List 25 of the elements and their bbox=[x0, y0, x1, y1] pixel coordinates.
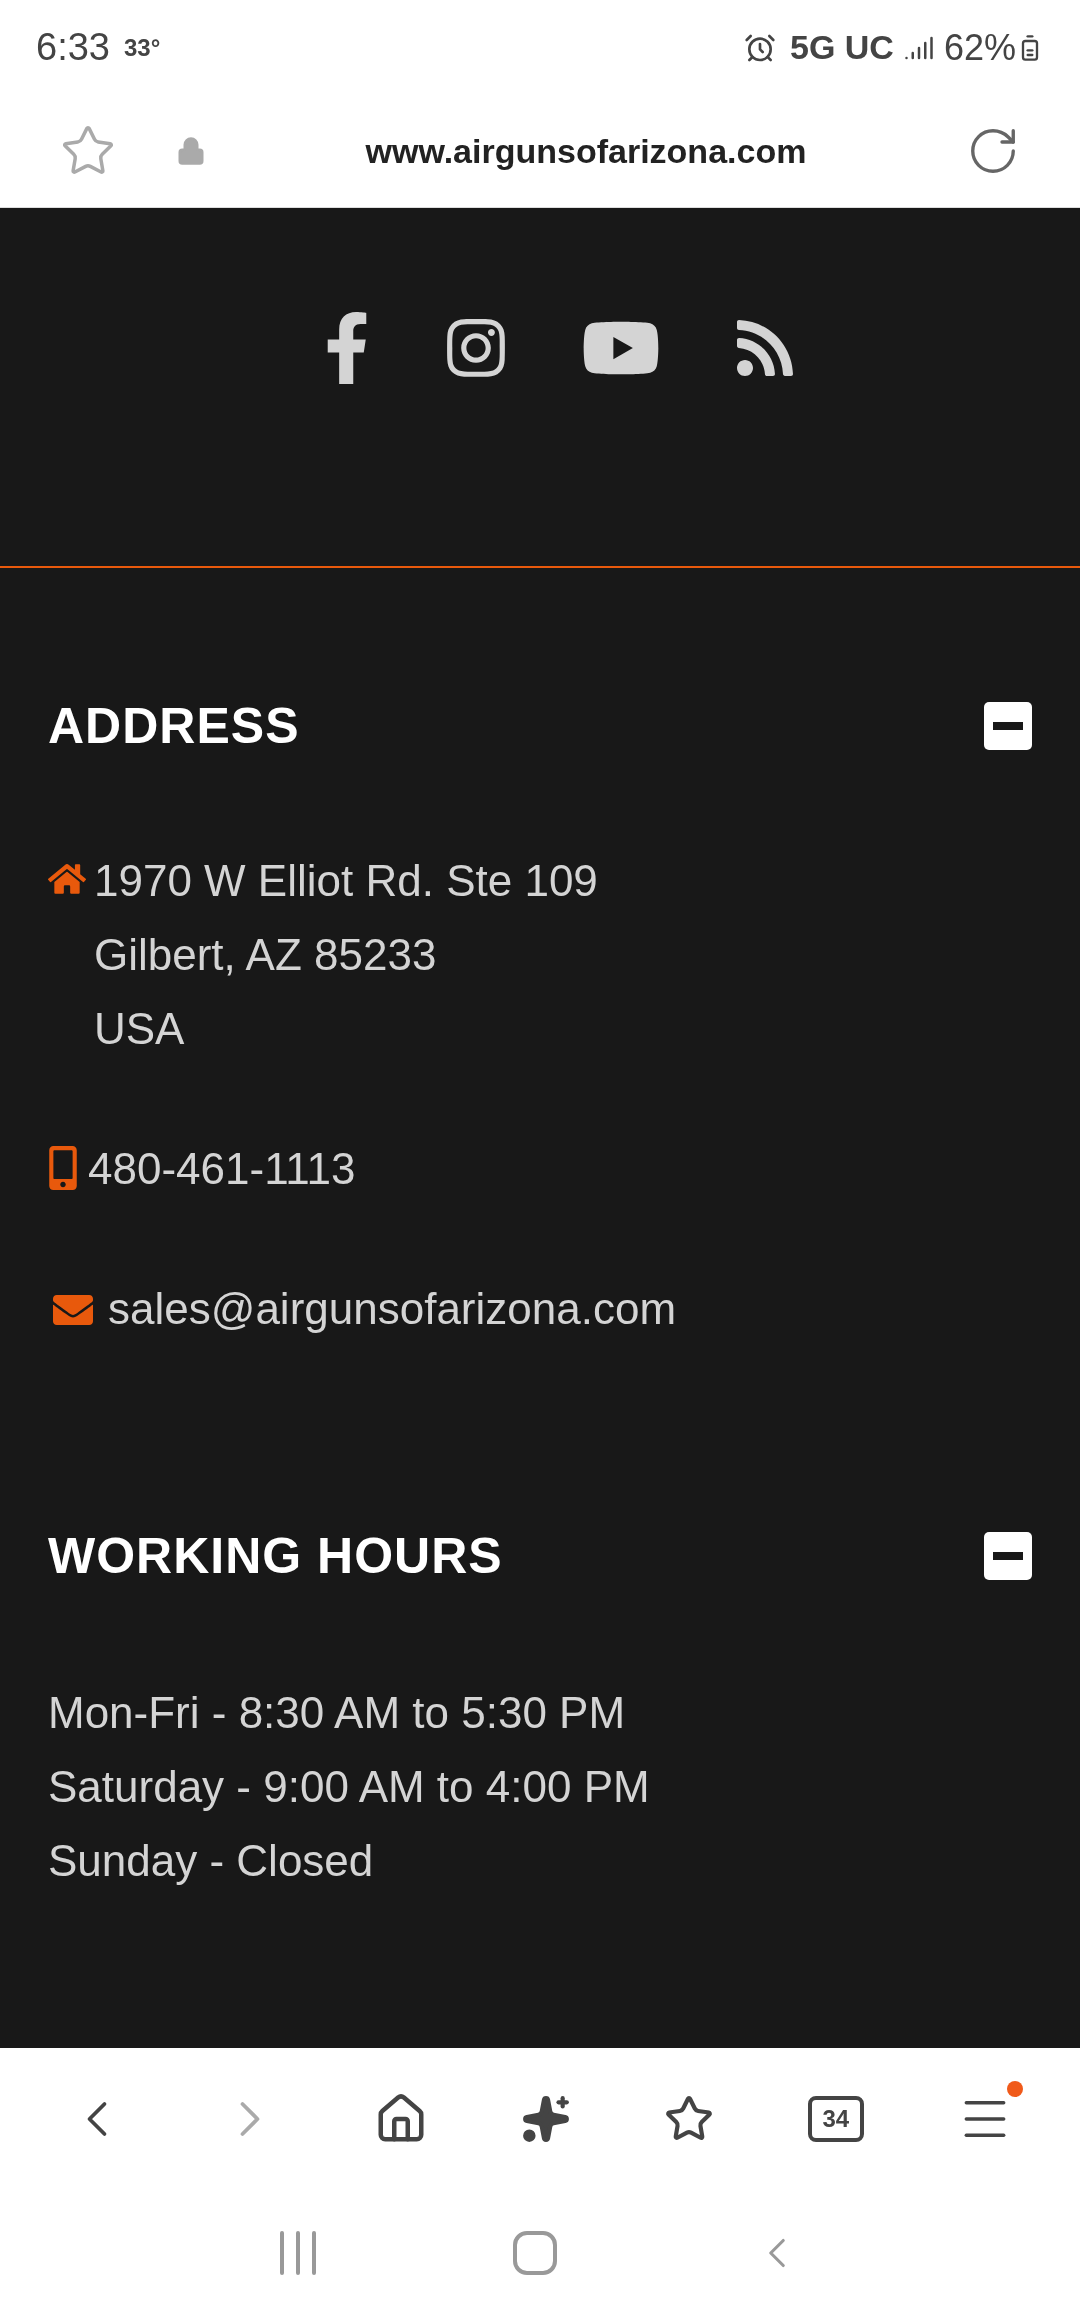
home-button-icon[interactable] bbox=[513, 2231, 557, 2275]
minus-icon bbox=[993, 1552, 1023, 1560]
phone-icon bbox=[48, 1146, 78, 1190]
phone-text[interactable]: 480-461-1113 bbox=[88, 1132, 356, 1206]
recent-apps-icon[interactable] bbox=[277, 2231, 318, 2275]
section-heading: WORKING HOURS bbox=[48, 1526, 503, 1586]
temperature: 33° bbox=[123, 32, 161, 63]
sparkles-icon[interactable] bbox=[520, 2094, 571, 2144]
tabs-button[interactable]: 34 bbox=[807, 2096, 864, 2142]
battery-percent: 62% bbox=[943, 25, 1016, 70]
network-type: 5G UC bbox=[790, 27, 894, 68]
clock-time: 6:33 bbox=[36, 25, 110, 70]
url-text[interactable]: www.airgunsofarizona.com bbox=[365, 125, 807, 177]
collapse-button[interactable] bbox=[984, 1532, 1032, 1580]
minus-icon bbox=[993, 722, 1023, 730]
collapse-button[interactable] bbox=[984, 702, 1032, 750]
hours-line: Mon-Fri - 8:30 AM to 5:30 PM bbox=[48, 1687, 627, 1739]
hours-line: Saturday - 9:00 AM to 4:00 PM bbox=[48, 1761, 650, 1813]
lock-icon bbox=[176, 136, 206, 166]
address-text: 1970 W Elliot Rd. Ste 109 bbox=[94, 855, 598, 907]
section-heading: ADDRESS bbox=[48, 696, 300, 756]
email-text[interactable]: sales@airgunsofarizona.com bbox=[108, 1272, 677, 1346]
hours-line: Sunday - Closed bbox=[48, 1835, 375, 1887]
address-text: Gilbert, AZ 85233 bbox=[94, 929, 438, 981]
address-text: USA bbox=[94, 1003, 186, 1055]
